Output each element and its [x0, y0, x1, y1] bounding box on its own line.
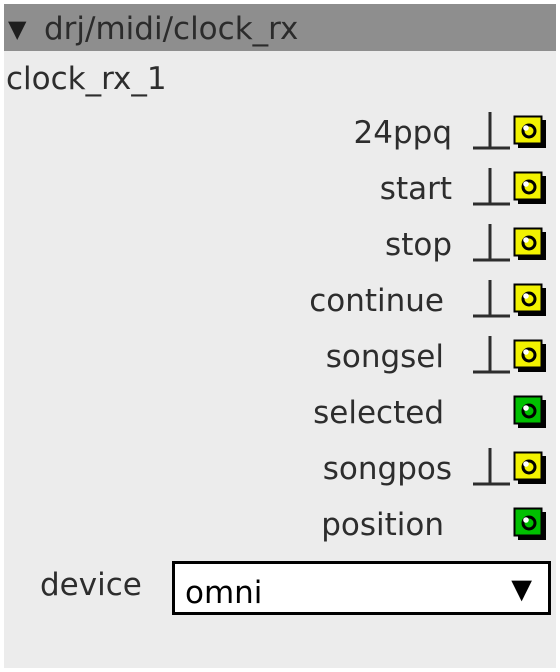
outlet-port-icon[interactable]: [513, 395, 547, 429]
trigger-pulse-icon: [473, 280, 510, 318]
trigger-pulse-icon: [473, 448, 510, 486]
trigger-pulse-icon: [473, 224, 510, 262]
title-bar[interactable]: ▼ drj/midi/clock_rx: [4, 4, 556, 51]
instance-name[interactable]: clock_rx_1: [6, 59, 167, 99]
device-dropdown[interactable]: omni ▼: [172, 561, 551, 615]
outlet-label: songsel: [325, 339, 444, 375]
outlet-port-icon[interactable]: [513, 339, 547, 373]
outlet-label: stop: [385, 227, 452, 263]
dropdown-arrow-icon: ▼: [511, 574, 532, 605]
outlet-label: selected: [313, 395, 444, 431]
collapse-triangle-icon[interactable]: ▼: [8, 14, 26, 44]
outlet-port-icon[interactable]: [513, 171, 547, 205]
trigger-pulse-icon: [473, 112, 510, 150]
outlet-port-icon[interactable]: [513, 283, 547, 317]
outlet-row-24ppq: 24ppq: [4, 107, 556, 163]
object-type-title: drj/midi/clock_rx: [44, 11, 299, 47]
object-panel: ▼ drj/midi/clock_rx clock_rx_1 24ppq star…: [4, 4, 556, 668]
outlet-row-stop: stop: [4, 219, 556, 275]
outlet-label: 24ppq: [353, 115, 452, 151]
device-label: device: [40, 567, 142, 603]
outlet-label: songpos: [322, 451, 452, 487]
outlet-label: continue: [309, 283, 444, 319]
outlet-row-start: start: [4, 163, 556, 219]
outlet-port-icon[interactable]: [513, 115, 547, 149]
trigger-pulse-icon: [473, 336, 510, 374]
outlet-row-songpos: songpos: [4, 443, 556, 499]
outlet-port-icon[interactable]: [513, 451, 547, 485]
device-selected-value: omni: [185, 575, 263, 611]
outlet-label: position: [321, 507, 444, 543]
trigger-pulse-icon: [473, 168, 510, 206]
outlet-port-icon[interactable]: [513, 227, 547, 261]
outlet-row-selected: selected: [4, 387, 556, 443]
device-row: device omni ▼: [4, 559, 556, 619]
outlet-row-continue: continue: [4, 275, 556, 331]
outlet-row-position: position: [4, 499, 556, 555]
outlet-port-icon[interactable]: [513, 507, 547, 541]
outlet-row-songsel: songsel: [4, 331, 556, 387]
outlet-label: start: [379, 171, 452, 207]
